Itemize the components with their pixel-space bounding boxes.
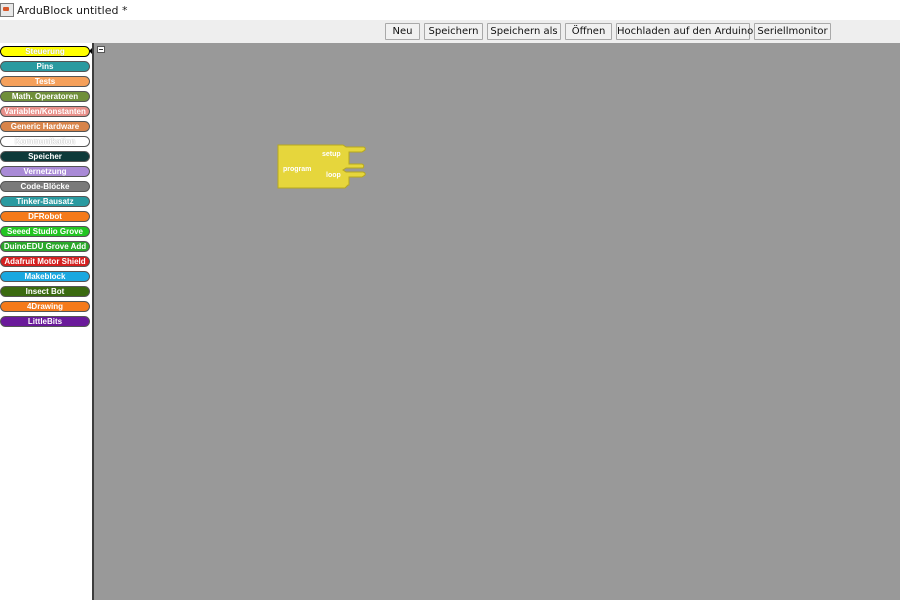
palette-category[interactable]: Code-Blöcke — [0, 181, 90, 192]
new-button[interactable]: Neu — [385, 23, 420, 40]
palette-category[interactable]: 4Drawing — [0, 301, 90, 312]
block-category-palette: Steuerung Pins Tests Math. Operatoren Variab… — [0, 43, 92, 600]
minimize-icon[interactable] — [97, 46, 105, 53]
palette-category[interactable]: Kommunikation — [0, 136, 90, 147]
save-button[interactable]: Speichern — [424, 23, 483, 40]
program-block-label: program — [283, 166, 312, 173]
palette-category[interactable]: LittleBits — [0, 316, 90, 327]
palette-category[interactable]: Tests — [0, 76, 90, 87]
palette-category[interactable]: Speicher — [0, 151, 90, 162]
palette-category[interactable]: Adafruit Motor Shield — [0, 256, 90, 267]
palette-category[interactable]: Pins — [0, 61, 90, 72]
program-block[interactable]: program setup loop — [277, 144, 367, 198]
palette-category[interactable]: Seeed Studio Grove — [0, 226, 90, 237]
palette-category[interactable]: Steuerung — [0, 46, 90, 57]
palette-category[interactable]: Makeblock — [0, 271, 90, 282]
palette-category[interactable]: DuinoEDU Grove Add — [0, 241, 90, 252]
upload-to-arduino-button[interactable]: Hochladen auf den Arduino — [616, 23, 753, 40]
window-title: ArduBlock untitled * — [17, 3, 128, 17]
palette-category[interactable]: Math. Operatoren — [0, 91, 90, 102]
title-bar: ArduBlock untitled * — [0, 0, 900, 20]
toolbar: Neu Speichern Speichern als Öffnen Hochl… — [0, 20, 900, 44]
open-button[interactable]: Öffnen — [565, 23, 612, 40]
block-workspace[interactable]: program setup loop — [94, 43, 900, 600]
save-as-button[interactable]: Speichern als — [487, 23, 561, 40]
serial-monitor-button[interactable]: Seriellmonitor — [754, 23, 831, 40]
palette-category[interactable]: Generic Hardware — [0, 121, 90, 132]
palette-category[interactable]: Variablen/Konstanten — [0, 106, 90, 117]
palette-category[interactable]: Insect Bot — [0, 286, 90, 297]
java-app-icon — [0, 3, 14, 17]
loop-slot-label: loop — [326, 172, 341, 179]
setup-slot-label: setup — [322, 151, 341, 158]
palette-category[interactable]: Tinker-Bausatz — [0, 196, 90, 207]
palette-category[interactable]: Vernetzung — [0, 166, 90, 177]
palette-category[interactable]: DFRobot — [0, 211, 90, 222]
